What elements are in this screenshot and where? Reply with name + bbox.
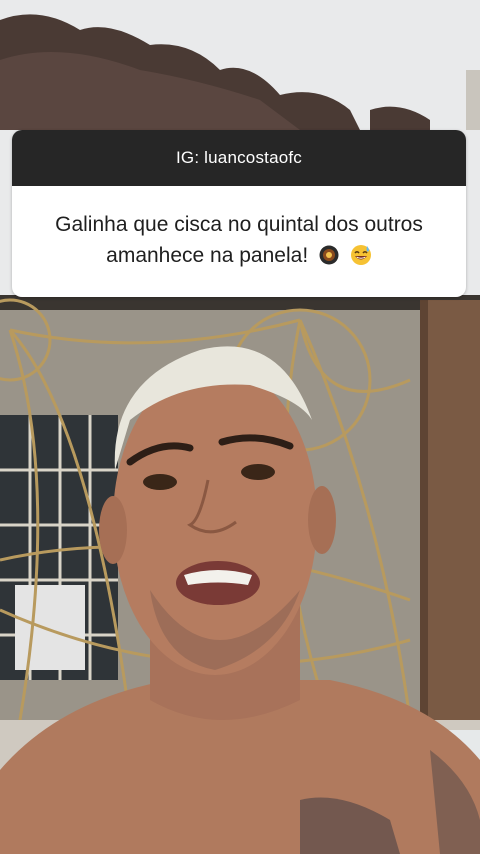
question-text-wrap: Galinha que cisca no quintal dos outros …: [32, 209, 446, 275]
cooking-pan-icon: [318, 244, 340, 275]
sticker-header: IG: luancostaofc: [12, 130, 466, 186]
sticker-body: Galinha que cisca no quintal dos outros …: [12, 186, 466, 297]
background-photo: [0, 0, 480, 854]
sticker-username: IG: luancostaofc: [175, 148, 303, 167]
question-sticker: IG: luancostaofc Galinha que cisca no qu…: [12, 130, 466, 297]
grinning-sweat-icon: [350, 244, 372, 275]
